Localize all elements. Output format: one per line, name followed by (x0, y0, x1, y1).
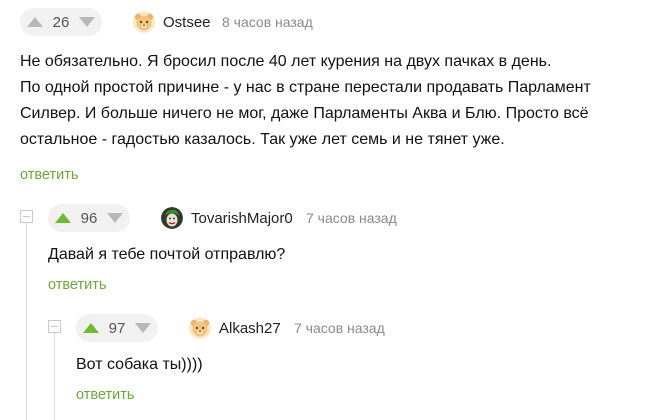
comment-header: 96 TovarishMajor0 7 часов назад (0, 196, 650, 240)
comment-reply: 96 TovarishMajor0 7 часов назад Давай я … (0, 196, 650, 293)
comment-header: 26 Ostsee 8 часов назад (0, 0, 650, 44)
reply-link[interactable]: ответить (20, 167, 78, 183)
bear-avatar-icon[interactable] (133, 11, 155, 33)
bear-avatar-icon[interactable] (189, 317, 211, 339)
joker-avatar-icon[interactable] (161, 207, 183, 229)
vote-count: 26 (52, 13, 70, 31)
upvote-button[interactable] (48, 204, 78, 232)
vote-box: 26 (20, 8, 102, 36)
vote-count: 97 (108, 319, 126, 337)
downvote-button[interactable] (128, 314, 158, 342)
comments-thread: 26 Ostsee 8 часов назад Не обязательно. … (0, 0, 650, 420)
comment-time[interactable]: 8 часов назад (222, 14, 313, 30)
upvote-arrow-icon (55, 213, 71, 223)
comment-time[interactable]: 7 часов назад (306, 210, 397, 226)
upvote-button[interactable] (20, 8, 50, 36)
comment-reply: 97 Alkash27 7 часов назад Вот собака ты)… (0, 306, 650, 403)
vote-box: 97 (76, 314, 158, 342)
comment-time[interactable]: 7 часов назад (294, 320, 385, 336)
downvote-arrow-icon (107, 213, 123, 223)
reply-link[interactable]: ответить (48, 277, 106, 293)
comment-author[interactable]: Ostsee (163, 14, 211, 31)
upvote-arrow-icon (27, 17, 43, 27)
comment-author[interactable]: Alkash27 (219, 320, 281, 337)
reply-link[interactable]: ответить (76, 387, 134, 403)
vote-box: 96 (48, 204, 130, 232)
comment-text: Вот собака ты)))) (76, 356, 203, 373)
upvote-button[interactable] (76, 314, 106, 342)
comment-text: Давай я тебе почтой отправлю? (48, 246, 286, 263)
comment: 26 Ostsee 8 часов назад Не обязательно. … (0, 0, 650, 183)
downvote-button[interactable] (72, 8, 102, 36)
comment-author[interactable]: TovarishMajor0 (191, 210, 293, 227)
comment-text: Не обязательно. Я бросил после 40 лет ку… (20, 53, 591, 148)
vote-count: 96 (80, 209, 98, 227)
downvote-button[interactable] (100, 204, 130, 232)
upvote-arrow-icon (83, 323, 99, 333)
downvote-arrow-icon (135, 323, 151, 333)
downvote-arrow-icon (79, 17, 95, 27)
comment-header: 97 Alkash27 7 часов назад (0, 306, 650, 350)
